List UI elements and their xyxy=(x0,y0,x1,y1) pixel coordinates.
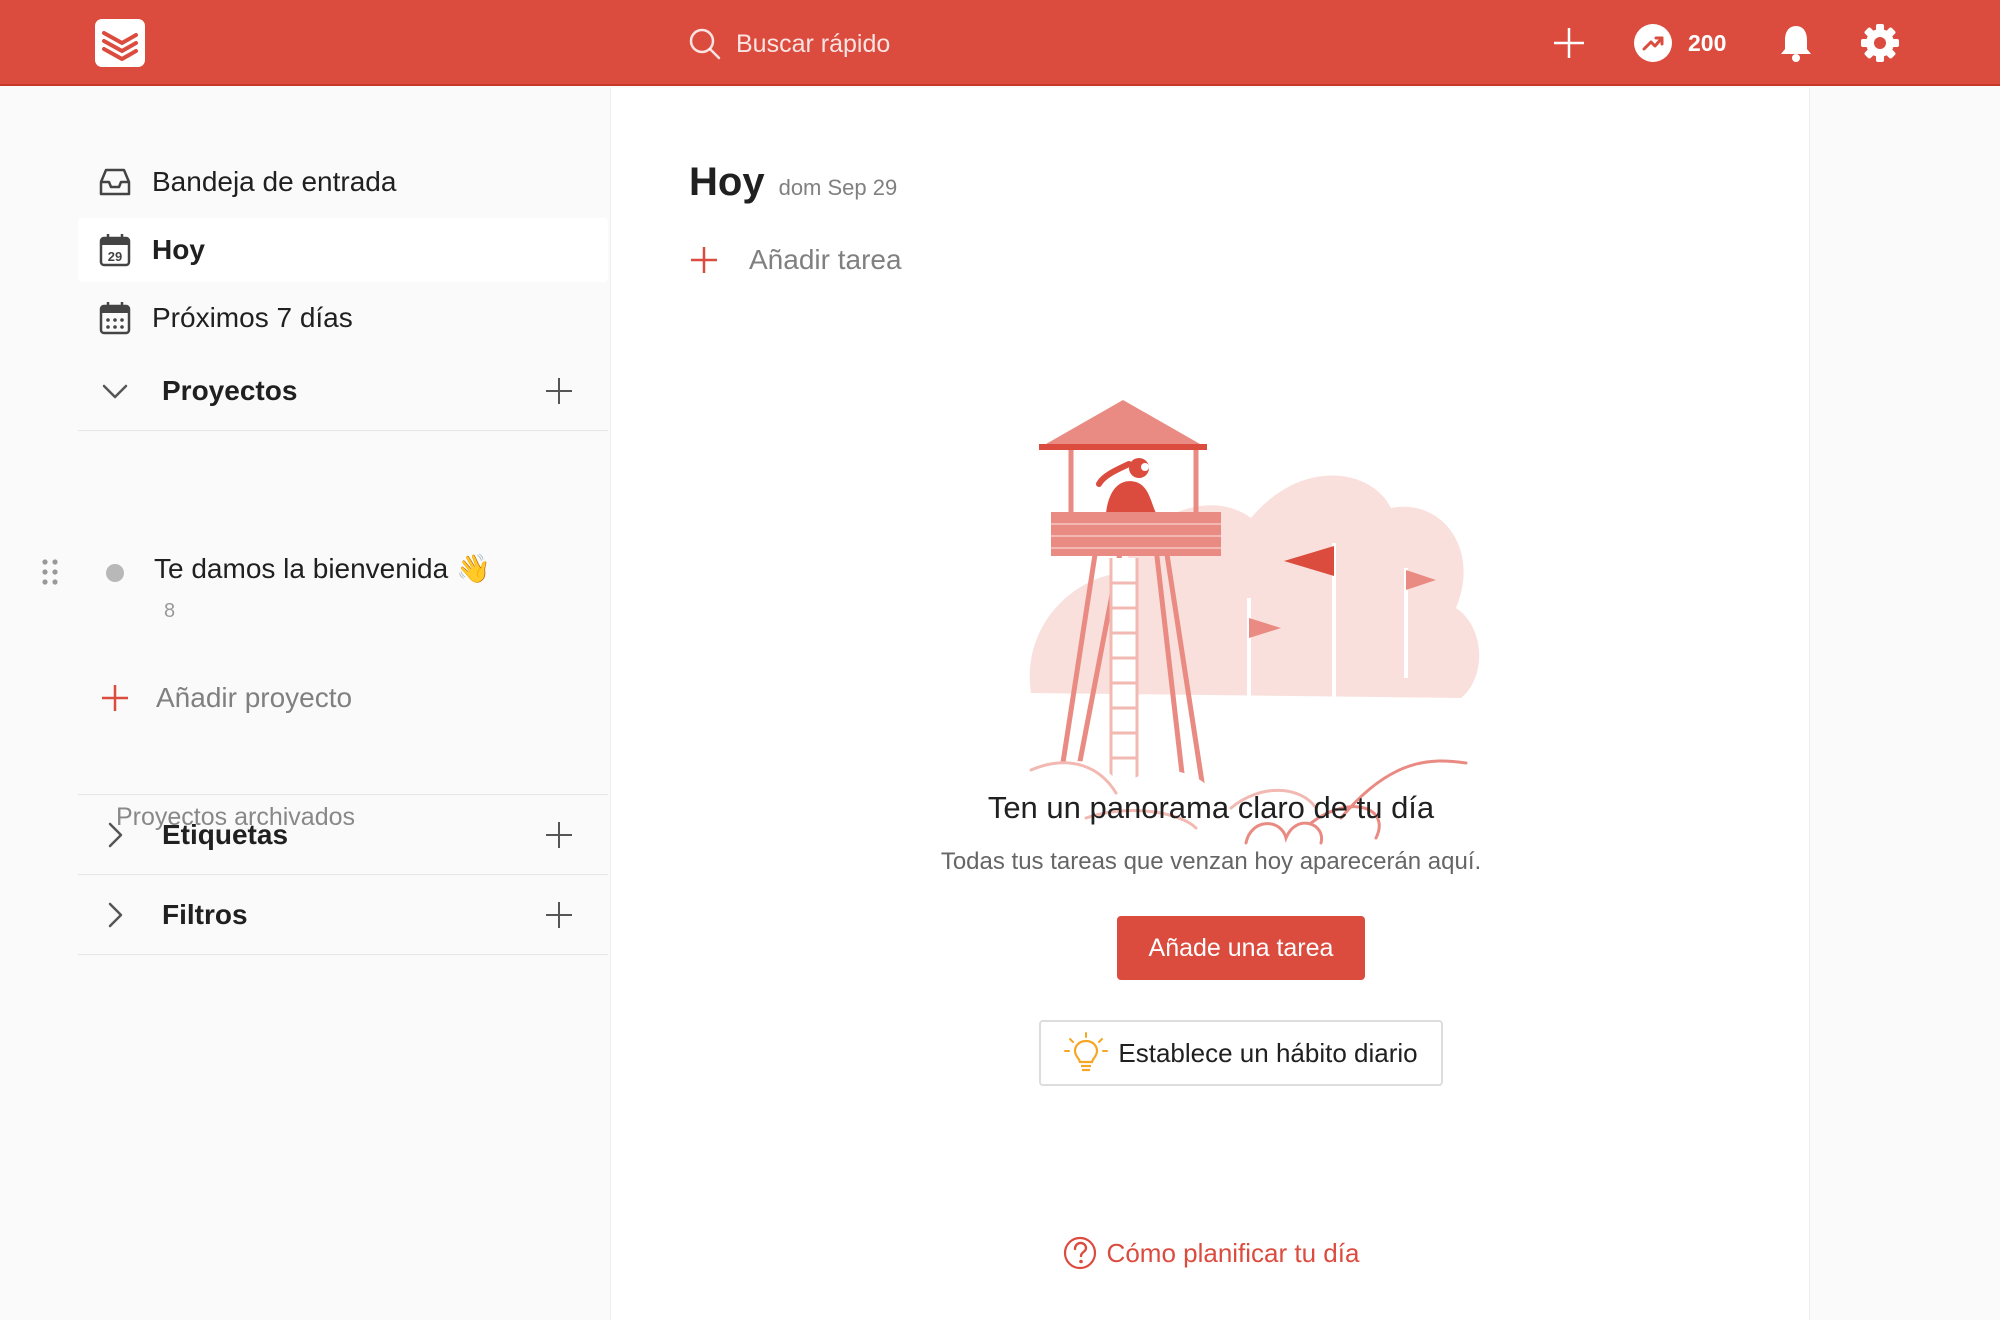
projects-section-header[interactable]: Proyectos xyxy=(78,352,608,430)
add-task-button[interactable]: Añadir tarea xyxy=(689,238,902,282)
todoist-logo-icon[interactable] xyxy=(95,19,145,67)
sidebar: Bandeja de entrada 29 Hoy Próximos 7 día… xyxy=(0,88,610,1320)
karma-trend-icon xyxy=(1634,24,1672,62)
gear-icon xyxy=(1861,24,1899,62)
quick-search[interactable]: Buscar rápido xyxy=(686,26,890,62)
sidebar-item-next-7-days[interactable]: Próximos 7 días xyxy=(78,286,608,350)
bell-icon xyxy=(1781,26,1811,62)
top-bar: Buscar rápido 200 xyxy=(0,0,2000,86)
help-link-label: Cómo planificar tu día xyxy=(1106,1237,1360,1268)
daily-habit-button[interactable]: Establece un hábito diario xyxy=(1039,1020,1443,1086)
settings-button[interactable] xyxy=(1860,0,1900,86)
sidebar-item-inbox[interactable]: Bandeja de entrada xyxy=(78,150,608,214)
karma-points: 200 xyxy=(1688,29,1727,56)
sidebar-item-label: Próximos 7 días xyxy=(152,302,353,333)
question-circle-icon xyxy=(1063,1236,1096,1270)
filters-section-header[interactable]: Filtros xyxy=(78,876,608,954)
plus-icon xyxy=(102,685,128,711)
empty-state-title: Ten un panorama claro de tu día xyxy=(987,790,1435,825)
labels-section-header[interactable]: Etiquetas xyxy=(78,796,608,874)
add-project-button[interactable]: Añadir proyecto xyxy=(100,676,352,720)
labels-header-label: Etiquetas xyxy=(162,819,289,850)
add-project-plus-icon[interactable] xyxy=(544,376,574,406)
add-label-plus-icon[interactable] xyxy=(544,820,574,850)
chevron-right-icon[interactable] xyxy=(100,820,130,850)
divider xyxy=(78,430,608,431)
main-content: Hoy dom Sep 29 Añadir tarea Ten un panor… xyxy=(610,88,1810,1320)
divider xyxy=(78,794,608,795)
page-date: dom Sep 29 xyxy=(778,175,898,200)
page-title: Hoy xyxy=(689,160,765,204)
project-color-dot xyxy=(106,564,124,582)
notifications-button[interactable] xyxy=(1778,0,1814,86)
daily-habit-label: Establece un hábito diario xyxy=(1118,1037,1418,1068)
add-filter-plus-icon[interactable] xyxy=(544,900,574,930)
sidebar-item-label: Bandeja de entrada xyxy=(152,166,397,197)
chevron-right-icon[interactable] xyxy=(100,900,130,930)
filters-header-label: Filtros xyxy=(162,899,248,930)
plus-icon xyxy=(691,247,717,273)
add-task-label: Añadir tarea xyxy=(749,244,902,275)
quick-add-button[interactable] xyxy=(1552,0,1592,86)
calendar-week-icon xyxy=(99,302,131,335)
calendar-today-icon: 29 xyxy=(99,234,131,267)
plus-icon xyxy=(1554,28,1584,58)
empty-state-subtitle: Todas tus tareas que venzan hoy aparecer… xyxy=(940,848,1482,875)
project-task-count: 8 xyxy=(164,600,176,622)
lightbulb-icon xyxy=(1064,1032,1109,1072)
project-item[interactable]: Te damos la bienvenida 👋 8 xyxy=(40,548,600,638)
karma-button[interactable]: 200 xyxy=(1634,0,1726,86)
chevron-down-icon[interactable] xyxy=(100,376,130,406)
calendar-day-number: 29 xyxy=(108,249,122,264)
inbox-icon xyxy=(99,168,131,196)
search-icon xyxy=(689,28,721,60)
plan-day-help-link[interactable]: Cómo planificar tu día xyxy=(611,1236,1811,1270)
add-task-primary-button[interactable]: Añade una tarea xyxy=(1117,916,1365,980)
sidebar-item-label: Hoy xyxy=(152,234,205,265)
divider xyxy=(78,874,608,875)
projects-header-label: Proyectos xyxy=(162,375,298,406)
sidebar-item-today[interactable]: 29 Hoy xyxy=(78,218,608,282)
project-name: Te damos la bienvenida 👋 xyxy=(154,553,491,584)
divider xyxy=(78,954,608,955)
page-header: Hoy dom Sep 29 xyxy=(689,160,897,205)
add-project-label: Añadir proyecto xyxy=(156,682,353,713)
drag-handle-icon[interactable] xyxy=(40,558,60,588)
search-placeholder: Buscar rápido xyxy=(736,29,891,58)
